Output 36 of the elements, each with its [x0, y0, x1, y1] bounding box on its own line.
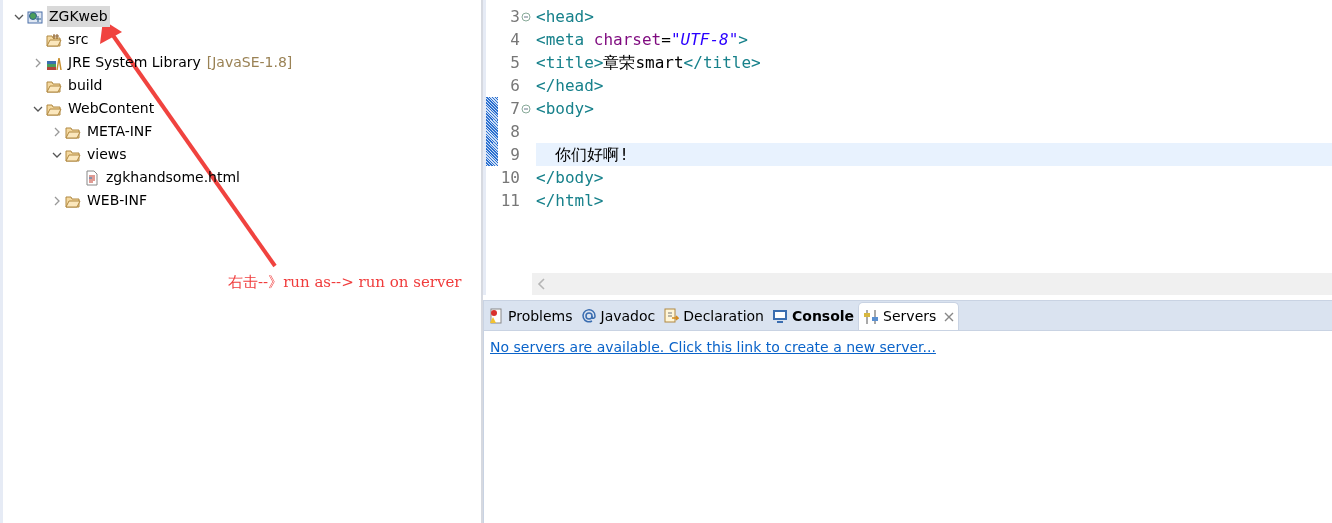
project-icon [27, 8, 43, 25]
code-line: <body> [536, 97, 594, 120]
annotation-text: 右击--》run as--> run on server [228, 272, 462, 293]
view-tab[interactable]: Problems [484, 302, 577, 330]
library-version-label: [JavaSE-1.8] [206, 53, 293, 72]
declaration-icon [663, 308, 680, 324]
view-tab[interactable]: Declaration [659, 302, 768, 330]
fold-icon[interactable] [520, 10, 532, 23]
tree-item[interactable]: WebContent [66, 98, 157, 119]
view-tab[interactable]: Console [768, 302, 859, 330]
code-line: <meta charset="UTF-8"> [536, 28, 748, 51]
view-tab[interactable]: Servers [858, 302, 960, 330]
code-line: <title>章荣smart</title> [536, 51, 761, 74]
tree-item[interactable]: views [85, 144, 129, 165]
create-server-link[interactable]: No servers are available. Click this link to create a new server... [490, 339, 936, 355]
code-line: 你们好啊! [554, 143, 629, 166]
problems-icon [488, 308, 504, 324]
tree-item[interactable]: src [66, 29, 91, 50]
tree-item[interactable]: ZGKweb [47, 6, 110, 27]
at-sign-icon [580, 308, 597, 324]
tree-item[interactable]: META-INF [85, 121, 155, 142]
tree-item[interactable]: build [66, 75, 105, 96]
fold-icon[interactable] [520, 102, 532, 115]
code-line: <head> [536, 5, 594, 28]
html-file-icon [84, 169, 100, 186]
code-line: </body> [536, 166, 604, 189]
source-folder-icon [46, 31, 62, 48]
tree-item[interactable]: WEB-INF [85, 190, 149, 211]
scroll-left-icon[interactable] [537, 278, 547, 290]
code-line: </head> [536, 74, 604, 97]
close-icon[interactable] [944, 311, 955, 322]
servers-icon [863, 308, 880, 325]
console-icon [772, 308, 788, 324]
view-tab[interactable]: Javadoc [576, 302, 660, 330]
code-line: </html> [536, 189, 604, 212]
horizontal-scrollbar[interactable] [532, 273, 1332, 295]
